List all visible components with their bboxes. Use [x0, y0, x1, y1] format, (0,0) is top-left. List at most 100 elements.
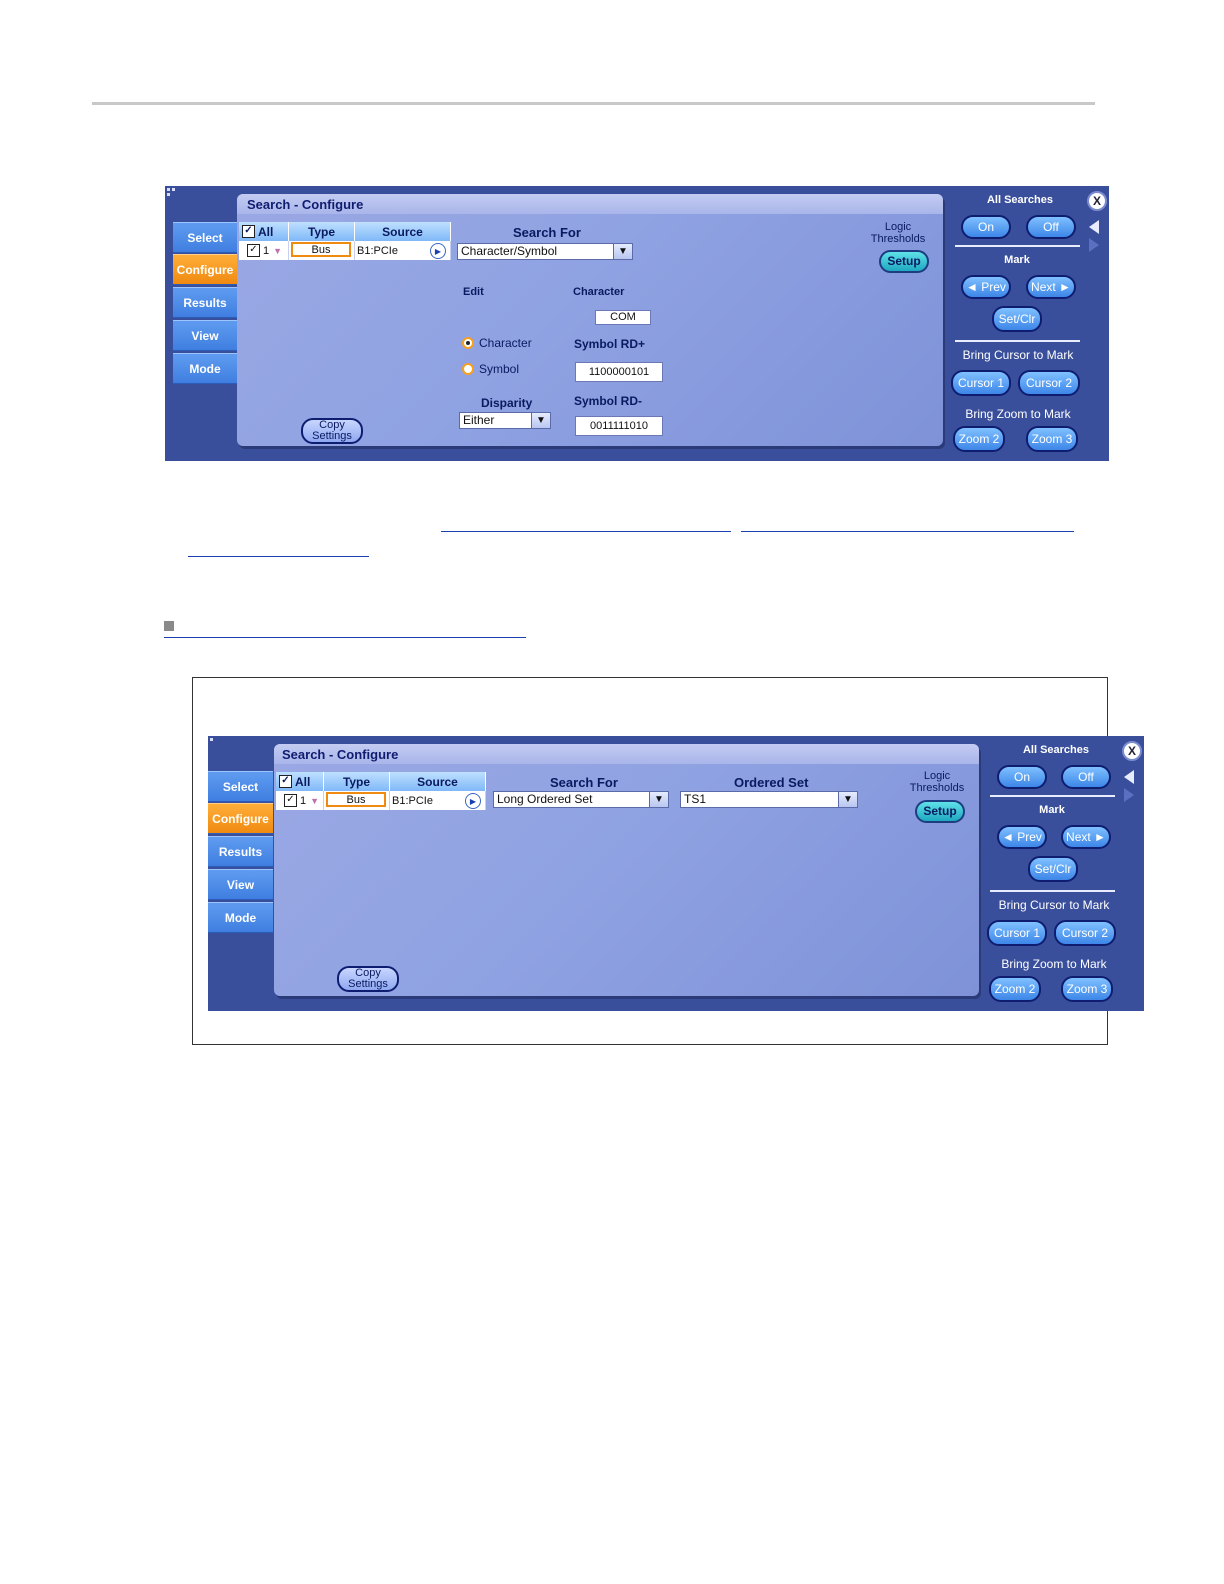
setup-button[interactable]: Setup	[915, 800, 965, 823]
tab-configure[interactable]: Configure	[173, 254, 237, 285]
chevron-down-icon[interactable]: ▼	[613, 243, 633, 260]
link-underline[interactable]	[441, 531, 731, 532]
next-mark-button[interactable]: Next ►	[1026, 275, 1076, 299]
table-row[interactable]: ✓ 1 ▼	[239, 241, 289, 260]
symbol-rdm-label: Symbol RD-	[574, 394, 643, 408]
close-icon[interactable]: X	[1122, 741, 1142, 761]
zoom3-button[interactable]: Zoom 3	[1061, 976, 1113, 1002]
all-searches-label: All Searches	[986, 194, 1054, 206]
tab-configure[interactable]: Configure	[208, 803, 273, 834]
next-mark-button[interactable]: Next ►	[1061, 825, 1111, 849]
zoom2-button[interactable]: Zoom 2	[989, 976, 1041, 1002]
searches-on-button[interactable]: On	[997, 765, 1047, 789]
row-checkbox[interactable]: ✓	[284, 794, 297, 807]
all-checkbox[interactable]: ✓	[279, 775, 292, 788]
tab-select[interactable]: Select	[208, 771, 273, 802]
divider	[990, 795, 1115, 797]
tab-view[interactable]: View	[208, 869, 273, 900]
triangle-down-icon: ▼	[273, 245, 283, 256]
radio-character[interactable]	[462, 337, 474, 349]
cursor1-button[interactable]: Cursor 1	[987, 920, 1047, 946]
copy-settings-button[interactable]: Copy Settings	[301, 418, 363, 444]
search-for-dropdown[interactable]: Character/Symbol ▼	[457, 243, 633, 260]
play-icon[interactable]: ▶	[465, 793, 481, 809]
collapse-left-icon[interactable]	[1124, 770, 1134, 784]
type-cell[interactable]: Bus	[324, 791, 390, 810]
link-underline[interactable]	[188, 556, 369, 557]
radio-character-label[interactable]: Character	[479, 336, 532, 350]
ordered-set-dropdown[interactable]: TS1 ▼	[680, 791, 858, 808]
logic-thresholds-label: Logic Thresholds	[870, 221, 926, 245]
play-icon[interactable]: ▶	[430, 243, 446, 259]
grid-header-all[interactable]: ✓ All	[276, 772, 324, 791]
prev-mark-button[interactable]: ◄ Prev	[997, 825, 1047, 849]
cursor2-button[interactable]: Cursor 2	[1054, 920, 1116, 946]
grid-header-all[interactable]: ✓ All	[239, 222, 289, 241]
zoom3-button[interactable]: Zoom 3	[1026, 426, 1078, 452]
radio-symbol[interactable]	[462, 363, 474, 375]
searches-off-button[interactable]: Off	[1061, 765, 1111, 789]
chevron-down-icon[interactable]: ▼	[838, 791, 858, 808]
set-clear-mark-button[interactable]: Set/Clr	[992, 306, 1042, 332]
tab-results[interactable]: Results	[173, 287, 237, 318]
symbol-rdp-label: Symbol RD+	[574, 337, 646, 351]
all-searches-label: All Searches	[1022, 744, 1090, 756]
bring-zoom-label: Bring Zoom to Mark	[1001, 957, 1107, 971]
bring-zoom-label: Bring Zoom to Mark	[965, 407, 1071, 421]
panel-title: Search - Configure	[247, 197, 364, 212]
panel-title: Search - Configure	[282, 747, 399, 762]
bring-cursor-label: Bring Cursor to Mark	[962, 348, 1074, 362]
searches-on-button[interactable]: On	[961, 215, 1011, 239]
chevron-down-icon[interactable]: ▼	[531, 412, 551, 429]
expand-right-icon[interactable]	[1089, 238, 1099, 252]
edit-label: Edit	[463, 286, 484, 298]
search-for-dropdown[interactable]: Long Ordered Set ▼	[493, 791, 669, 808]
ordered-set-label: Ordered Set	[734, 775, 809, 790]
source-cell[interactable]: B1:PCIe ▶	[355, 241, 451, 260]
divider	[955, 340, 1080, 342]
divider	[955, 245, 1080, 247]
cursor2-button[interactable]: Cursor 2	[1018, 370, 1080, 396]
divider	[990, 890, 1115, 892]
tab-results[interactable]: Results	[208, 836, 273, 867]
tab-mode[interactable]: Mode	[208, 902, 273, 933]
link-underline[interactable]	[741, 531, 1074, 532]
setup-button[interactable]: Setup	[879, 250, 929, 273]
searches-off-button[interactable]: Off	[1026, 215, 1076, 239]
character-label: Character	[573, 286, 625, 298]
chevron-down-icon[interactable]: ▼	[649, 791, 669, 808]
link-underline[interactable]	[164, 637, 526, 638]
disparity-dropdown[interactable]: Either ▼	[459, 412, 551, 429]
logic-thresholds-label: Logic Thresholds	[909, 770, 965, 794]
source-cell[interactable]: B1:PCIe ▶	[390, 791, 486, 810]
search-configure-panel-ordered-set: Select Configure Results View Mode Searc…	[208, 736, 1144, 1011]
radio-symbol-label[interactable]: Symbol	[479, 362, 519, 376]
symbol-rdp-field[interactable]: 1100000101	[575, 362, 663, 382]
source-value: B1:PCIe	[357, 244, 398, 257]
mark-label: Mark	[1039, 804, 1065, 816]
zoom2-button[interactable]: Zoom 2	[953, 426, 1005, 452]
set-clear-mark-button[interactable]: Set/Clr	[1028, 856, 1078, 882]
panel-grip-icon	[167, 188, 175, 196]
tab-select[interactable]: Select	[173, 222, 237, 253]
expand-right-icon[interactable]	[1124, 788, 1134, 802]
type-value: Bus	[291, 242, 351, 257]
symbol-rdm-field[interactable]: 0011111010	[575, 416, 663, 436]
all-checkbox[interactable]: ✓	[242, 225, 255, 238]
configure-main-area: Search - Configure ✓ All Type Source ✓ 1 …	[274, 744, 979, 996]
prev-mark-button[interactable]: ◄ Prev	[961, 275, 1011, 299]
row-checkbox[interactable]: ✓	[247, 244, 260, 257]
type-cell[interactable]: Bus	[289, 241, 355, 260]
search-for-label: Search For	[513, 225, 581, 240]
cursor1-button[interactable]: Cursor 1	[951, 370, 1011, 396]
search-configure-panel-character: Select Configure Results View Mode Searc…	[165, 186, 1109, 461]
bullet-icon	[164, 621, 174, 631]
tab-mode[interactable]: Mode	[173, 353, 237, 384]
search-for-label: Search For	[550, 775, 618, 790]
collapse-left-icon[interactable]	[1089, 220, 1099, 234]
close-icon[interactable]: X	[1087, 191, 1107, 211]
grid-header-type: Type	[289, 222, 355, 241]
copy-settings-button[interactable]: Copy Settings	[337, 966, 399, 992]
tab-view[interactable]: View	[173, 320, 237, 351]
table-row[interactable]: ✓ 1 ▼	[276, 791, 324, 810]
